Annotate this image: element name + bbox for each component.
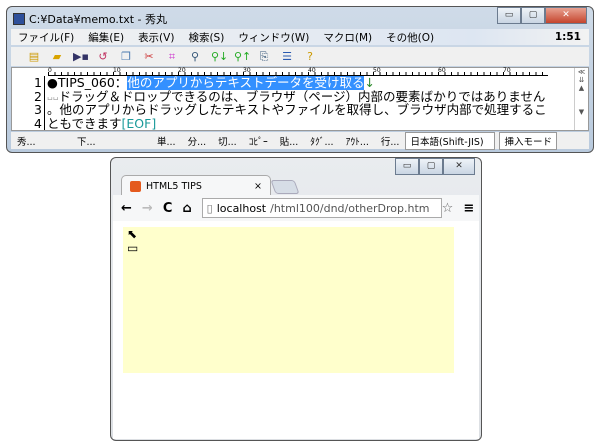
bookmark-star-icon[interactable]: ☆	[442, 201, 454, 216]
html5-favicon-icon	[130, 180, 141, 192]
page-content: ⬉ ▭	[113, 221, 479, 439]
tab-close-button[interactable]: ×	[254, 181, 262, 192]
fkey-3[interactable]: 単...	[151, 134, 182, 148]
search-icon[interactable]: ⚲	[188, 50, 202, 63]
new-tab-button[interactable]	[270, 180, 300, 194]
close-button[interactable]: ✕	[443, 158, 475, 175]
fkey-8[interactable]: ﾀｸﾞ...	[304, 134, 339, 148]
back-icon[interactable]: ←	[121, 201, 132, 216]
text-line: 4 ともできます [EOF]	[12, 116, 547, 130]
maximize-button[interactable]: ▢	[419, 158, 443, 175]
help-icon[interactable]: ?	[303, 50, 317, 63]
fkey-10[interactable]: 行...	[375, 134, 406, 148]
new-file-icon[interactable]: ▤	[27, 50, 41, 63]
split-icon[interactable]: ☰	[280, 50, 294, 63]
vertical-scrollbar[interactable]: ≪ ⇊ ▲ ▼	[574, 68, 588, 130]
maximize-button[interactable]: ▢	[521, 7, 545, 24]
jump-icon[interactable]: ⎘	[257, 50, 271, 64]
text-line: 3 。他のアプリからドラッグしたテキストやファイルを取得し、ブラウザ内部で処理する…	[12, 103, 547, 117]
fkey-2[interactable]: 下...	[71, 134, 151, 148]
fkey-7[interactable]: 貼...	[274, 134, 305, 148]
title-bar: C:¥Data¥memo.txt - 秀丸	[13, 11, 167, 27]
chrome-browser-window: ▭ ▢ ✕ HTML5 TIPS × ← → C ⌂ ▯ localhost/html1…	[110, 157, 482, 441]
toolbar: ▤ ▰ ▶▪ ↺ ❐ ✂ ⌗ ⚲ ⚲↓ ⚲↑ ⎘ ☰ ?	[11, 47, 589, 66]
window-title: C:¥Data¥memo.txt - 秀丸	[29, 13, 167, 26]
menu-view[interactable]: 表示(V)	[131, 30, 181, 45]
search-down-icon[interactable]: ⚲↓	[211, 50, 228, 63]
menu-window[interactable]: ウィンドウ(W)	[231, 30, 316, 45]
menu-search[interactable]: 検索(S)	[181, 30, 231, 45]
open-folder-icon[interactable]: ▰	[50, 50, 64, 63]
fkey-6[interactable]: ｺﾋﾟｰ	[243, 134, 274, 148]
fkey-1[interactable]: 秀...	[11, 134, 71, 148]
text-line: 2 ␣␣ ドラッグ＆ドロップできるのは、ブラウザ（ページ）内部の要素ばかりではありま…	[12, 89, 547, 103]
menu-other[interactable]: その他(O)	[379, 30, 441, 45]
forward-icon[interactable]: →	[142, 201, 153, 216]
home-icon[interactable]: ⌂	[182, 201, 191, 216]
tab-title: HTML5 TIPS	[146, 180, 202, 192]
menu-bar: ファイル(F) 編集(E) 表示(V) 検索(S) ウィンドウ(W) マクロ(M…	[11, 29, 589, 45]
hidemaru-app-icon	[13, 13, 25, 25]
cut-icon[interactable]: ✂	[142, 50, 156, 63]
paste-icon[interactable]: ⌗	[165, 50, 179, 64]
close-button[interactable]: ✕	[545, 7, 587, 24]
menu-edit[interactable]: 編集(E)	[81, 30, 131, 45]
hidemaru-editor-window: C:¥Data¥memo.txt - 秀丸 ▭ ▢ ✕ ファイル(F) 編集(E) …	[6, 6, 594, 153]
page-icon: ▯	[206, 201, 213, 215]
menu-file[interactable]: ファイル(F)	[11, 30, 81, 45]
search-up-icon[interactable]: ⚲↑	[234, 50, 251, 63]
menu-icon[interactable]: ≡	[463, 201, 474, 216]
browser-tab[interactable]: HTML5 TIPS ×	[121, 175, 271, 196]
copy-icon[interactable]: ❐	[119, 50, 133, 63]
fkey-9[interactable]: ｱｳﾄ...	[340, 134, 375, 148]
function-key-bar: 秀... 下... 単... 分... 切... ｺﾋﾟｰ 貼... ﾀｸﾞ..…	[11, 131, 589, 150]
input-mode-indicator: 挿入モード	[499, 131, 557, 150]
text-area[interactable]: 0 10 20 30 40 50 60 70 1 ●TIPS_060： 他のアプリからテキストデー…	[11, 67, 589, 131]
address-bar[interactable]: ▯ localhost/html100/dnd/otherDrop.htm	[201, 198, 442, 218]
selected-text: 他のアプリからテキストデータを受け取る	[127, 75, 365, 90]
cursor-position: 1:51	[554, 31, 581, 43]
encoding-indicator: 日本語(Shift-JIS)	[405, 131, 496, 150]
navigation-bar: ← → C ⌂ ▯ localhost/html100/dnd/otherDrop…	[113, 195, 479, 221]
minimize-button[interactable]: ▭	[395, 158, 419, 175]
minimize-button[interactable]: ▭	[497, 7, 521, 24]
fkey-5[interactable]: 切...	[212, 134, 243, 148]
save-icon[interactable]: ▶▪	[73, 50, 89, 63]
text-line: 1 ●TIPS_060： 他のアプリからテキストデータを受け取る ↓	[12, 76, 547, 90]
reload-icon[interactable]: C	[163, 201, 173, 216]
menu-macro[interactable]: マクロ(M)	[316, 30, 379, 45]
undo-icon[interactable]: ↺	[96, 50, 110, 63]
fkey-4[interactable]: 分...	[182, 134, 213, 148]
drop-area[interactable]	[123, 227, 454, 373]
drag-copy-cursor-icon: ⬉ ▭	[127, 227, 139, 255]
